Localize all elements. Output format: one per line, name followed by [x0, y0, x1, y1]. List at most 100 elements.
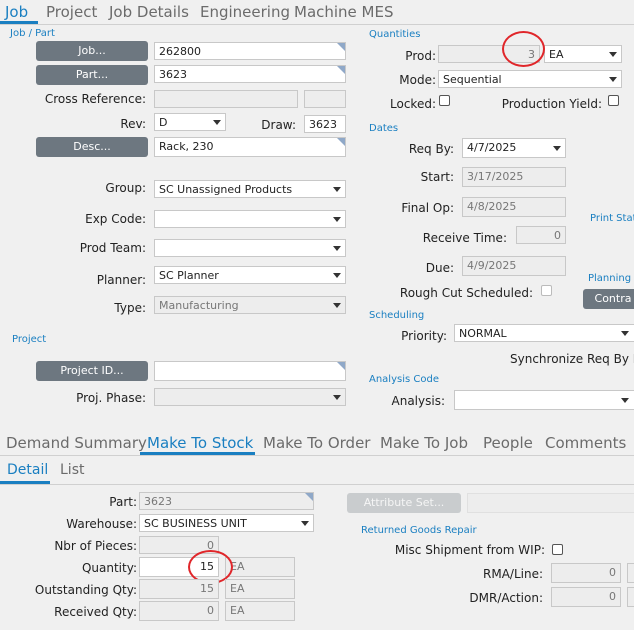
- priority-value: NORMAL: [459, 327, 507, 340]
- rma-field: 0: [551, 563, 621, 583]
- tab-job[interactable]: Job: [5, 3, 28, 21]
- prod-uom-select[interactable]: EA: [544, 45, 622, 63]
- subtab-detail[interactable]: Detail: [7, 462, 48, 478]
- chevron-down-icon: [333, 303, 341, 308]
- production-yield-label: Production Yield:: [501, 97, 602, 111]
- req-by-date-field[interactable]: 4/7/2025: [462, 138, 566, 158]
- received-qty-field: 0: [139, 601, 219, 621]
- planner-value: SC Planner: [159, 269, 219, 282]
- priority-select[interactable]: NORMAL: [454, 324, 634, 342]
- chevron-down-icon: [621, 331, 629, 336]
- tab-demand-summary[interactable]: Demand Summary: [6, 434, 147, 452]
- cross-reference-field: [154, 90, 298, 108]
- outstanding-uom-field: EA: [225, 579, 295, 599]
- chevron-down-icon: [609, 77, 617, 82]
- chevron-down-icon: [333, 246, 341, 251]
- chevron-down-icon: [333, 187, 341, 192]
- tab-make-to-order[interactable]: Make To Order: [263, 434, 370, 452]
- section-project: Project: [12, 334, 47, 345]
- proj-phase-select: [154, 388, 346, 406]
- start-label: Start:: [420, 170, 454, 184]
- detail-part-field: 3623: [139, 492, 314, 510]
- prod-team-select[interactable]: [154, 239, 346, 257]
- receive-time-label: Receive Time:: [422, 231, 507, 245]
- priority-label: Priority:: [401, 329, 447, 343]
- received-qty-label: Received Qty:: [54, 605, 137, 619]
- tab-engineering[interactable]: Engineering: [200, 3, 290, 21]
- draw-field[interactable]: 3623: [304, 115, 346, 133]
- description-field[interactable]: Rack, 230: [154, 137, 346, 157]
- detail-part-label: Part:: [109, 495, 137, 509]
- red-annotation-circle: [502, 31, 545, 67]
- chevron-down-icon: [333, 395, 341, 400]
- job-button[interactable]: Job...: [36, 41, 148, 61]
- outstanding-qty-label: Outstanding Qty:: [34, 583, 137, 597]
- group-select[interactable]: SC Unassigned Products: [154, 180, 346, 198]
- tab-people[interactable]: People: [483, 434, 533, 452]
- rough-cut-label: Rough Cut Scheduled:: [399, 286, 533, 300]
- received-uom-field: EA: [225, 601, 295, 621]
- bottom-tab-bar: Demand Summary Make To Stock Make To Ord…: [0, 428, 634, 456]
- tab-machine-mes[interactable]: Machine MES: [294, 3, 394, 21]
- receive-time-field: 0: [516, 226, 566, 244]
- quantity-uom-field: EA: [225, 557, 295, 577]
- section-analysis-code: Analysis Code: [369, 374, 439, 385]
- mode-value: Sequential: [443, 73, 502, 86]
- synchronize-req-by-label: Synchronize Req By Da: [510, 352, 634, 366]
- warehouse-select[interactable]: SC BUSINESS UNIT: [139, 514, 314, 532]
- prod-team-label: Prod Team:: [79, 241, 146, 255]
- tab-make-to-stock[interactable]: Make To Stock: [147, 434, 253, 452]
- prod-qty-label: Prod:: [405, 49, 436, 63]
- project-id-button[interactable]: Project ID...: [36, 361, 148, 381]
- section-scheduling: Scheduling: [369, 310, 425, 321]
- type-label: Type:: [114, 301, 146, 315]
- rma-line-field: [627, 563, 634, 583]
- desc-button[interactable]: Desc...: [36, 137, 148, 157]
- dmr-action-label: DMR/Action:: [469, 591, 543, 605]
- attribute-set-field: [467, 493, 634, 513]
- exp-code-select[interactable]: [154, 210, 346, 228]
- project-id-field[interactable]: [154, 361, 346, 381]
- outstanding-qty-field: 15: [139, 579, 219, 599]
- section-quantities: Quantities: [369, 29, 421, 40]
- misc-shipment-label: Misc Shipment from WIP:: [394, 543, 545, 557]
- bottom-tab-divider: [0, 455, 634, 456]
- production-yield-checkbox[interactable]: [608, 95, 619, 106]
- cross-reference-label: Cross Reference:: [44, 92, 146, 106]
- warehouse-label: Warehouse:: [66, 517, 137, 531]
- part-number-field[interactable]: 3623: [154, 65, 346, 83]
- rev-label: Rev:: [120, 117, 146, 131]
- tab-project[interactable]: Project: [46, 3, 97, 21]
- rev-select[interactable]: D: [154, 113, 226, 131]
- locked-label: Locked:: [390, 97, 436, 111]
- tab-comments[interactable]: Comments: [545, 434, 626, 452]
- job-number-field[interactable]: 262800: [154, 42, 346, 60]
- planner-select[interactable]: SC Planner: [154, 266, 346, 284]
- rev-value: D: [159, 116, 168, 129]
- final-op-label: Final Op:: [401, 201, 454, 215]
- part-button[interactable]: Part...: [36, 65, 148, 85]
- locked-checkbox[interactable]: [439, 95, 450, 106]
- final-op-date-field: 4/8/2025: [462, 197, 566, 217]
- cross-reference-extra-field: [304, 90, 346, 108]
- mode-select[interactable]: Sequential: [438, 70, 622, 88]
- subtab-list[interactable]: List: [60, 462, 84, 478]
- analysis-label: Analysis:: [391, 394, 445, 408]
- tab-make-to-job[interactable]: Make To Job: [380, 434, 468, 452]
- section-job-part: Job / Part: [10, 28, 55, 39]
- type-select: Manufacturing: [154, 296, 346, 314]
- contract-button[interactable]: Contra: [583, 289, 634, 309]
- chevron-down-icon: [609, 52, 617, 57]
- chevron-down-icon: [213, 120, 221, 125]
- attribute-set-button[interactable]: Attribute Set...: [347, 493, 461, 513]
- misc-shipment-checkbox[interactable]: [552, 544, 563, 555]
- rough-cut-checkbox[interactable]: [541, 285, 552, 296]
- exp-code-label: Exp Code:: [85, 212, 146, 226]
- section-returned-goods-repair: Returned Goods Repair: [361, 525, 477, 536]
- proj-phase-label: Proj. Phase:: [76, 391, 146, 405]
- quantity-label: Quantity:: [81, 561, 137, 575]
- chevron-down-icon: [301, 521, 309, 526]
- draw-label: Draw:: [261, 118, 296, 132]
- tab-job-details[interactable]: Job Details: [109, 3, 189, 21]
- analysis-select[interactable]: [454, 390, 634, 410]
